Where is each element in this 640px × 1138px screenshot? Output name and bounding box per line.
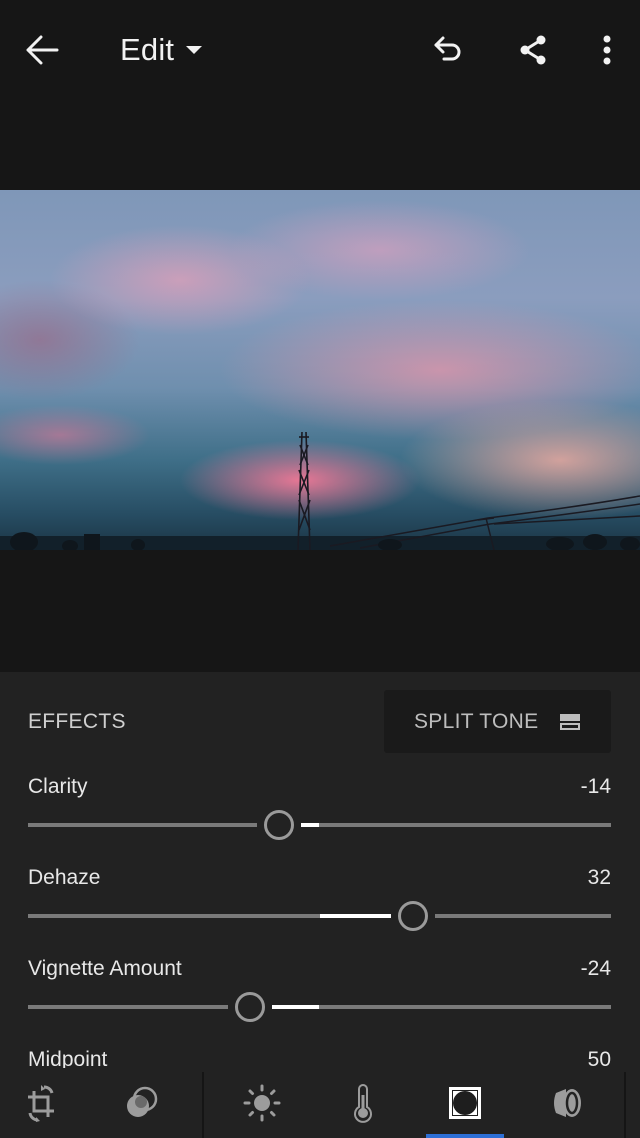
tool-color[interactable] (323, 1068, 403, 1138)
clarity-slider-track[interactable] (28, 810, 611, 840)
undo-button[interactable] (428, 30, 468, 70)
slider-track-left (28, 1005, 228, 1009)
photo-canvas[interactable] (0, 100, 640, 672)
vignette-amount-slider-track[interactable] (28, 992, 611, 1022)
slider-track-right (300, 823, 611, 827)
slider-fill (271, 1005, 320, 1009)
slider-label: Clarity (28, 775, 88, 798)
effects-panel: EFFECTS SPLIT TONE Clarity -14 Dehaze 32… (0, 672, 640, 1068)
light-sun-icon (243, 1084, 281, 1122)
back-arrow-icon (26, 35, 59, 65)
slider-clarity: Clarity -14 (0, 775, 640, 867)
slider-thumb[interactable] (263, 810, 294, 840)
slider-midpoint: Midpoint 50 (0, 1048, 640, 1068)
active-tool-indicator (426, 1134, 504, 1138)
tool-presets[interactable] (102, 1068, 182, 1138)
slider-label: Vignette Amount (28, 957, 182, 980)
slider-thumb[interactable] (234, 992, 265, 1022)
photo-preview (0, 190, 640, 550)
share-button[interactable] (513, 30, 553, 70)
split-tone-button[interactable]: SPLIT TONE (384, 690, 611, 753)
tool-crop[interactable] (2, 1068, 82, 1138)
crop-rotate-icon (28, 1085, 54, 1122)
dropdown-caret-icon (186, 46, 203, 54)
slider-vignette-amount: Vignette Amount -24 (0, 957, 640, 1049)
section-title: EFFECTS (28, 710, 126, 733)
slider-fill (300, 823, 320, 827)
tool-light[interactable] (222, 1068, 302, 1138)
slider-dehaze: Dehaze 32 (0, 866, 640, 958)
back-button[interactable] (22, 30, 62, 70)
share-icon (520, 35, 546, 65)
slider-label: Midpoint (28, 1048, 108, 1068)
split-tone-label: SPLIT TONE (414, 709, 539, 733)
tool-detail[interactable] (526, 1068, 606, 1138)
slider-fill (319, 914, 391, 918)
toolbar-divider (202, 1072, 204, 1138)
toolbar-divider (624, 1072, 626, 1138)
page-title: Edit (120, 32, 175, 67)
more-vertical-icon (603, 35, 611, 65)
presets-icon (127, 1086, 158, 1117)
top-app-bar: Edit (0, 0, 640, 100)
slider-track-right (271, 1005, 611, 1009)
slider-value[interactable]: -24 (581, 957, 611, 981)
slider-thumb[interactable] (397, 901, 428, 931)
tool-effects[interactable] (425, 1068, 505, 1138)
slider-track-right (434, 914, 611, 918)
slider-track-left (28, 823, 257, 827)
photo-silhouettes (0, 431, 640, 550)
split-tone-icon (560, 713, 581, 730)
more-options-button[interactable] (587, 30, 627, 70)
undo-icon (434, 36, 461, 61)
thermometer-icon (354, 1084, 372, 1123)
bottom-toolbar (0, 1068, 640, 1138)
slider-value[interactable]: 32 (588, 866, 611, 890)
edit-mode-dropdown[interactable]: Edit (120, 30, 203, 70)
slider-value[interactable]: 50 (588, 1048, 611, 1068)
slider-label: Dehaze (28, 866, 101, 889)
dehaze-slider-track[interactable] (28, 901, 611, 931)
vignette-icon (449, 1087, 481, 1119)
slider-value[interactable]: -14 (581, 775, 611, 799)
lens-icon (554, 1089, 581, 1117)
